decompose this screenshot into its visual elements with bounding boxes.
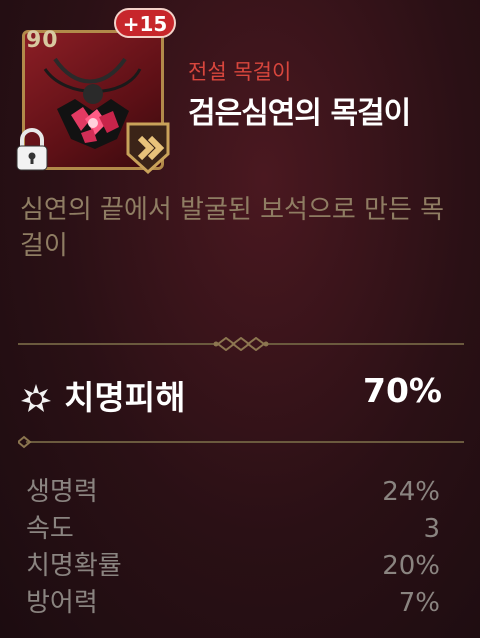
sub-stat-label: 생명력	[26, 477, 98, 507]
sub-stat-label: 속도	[26, 514, 74, 544]
sub-stat-row: 방어력 7%	[26, 585, 440, 622]
main-stat-label: 치명피해	[64, 378, 186, 417]
sub-stat-value: 20%	[382, 551, 440, 581]
lock-icon[interactable]	[14, 128, 50, 172]
main-stat-value: 70%	[363, 371, 442, 410]
sub-stat-row: 치명확률 20%	[26, 548, 440, 585]
sub-stats-list: 생명력 24% 속도 3 치명확률 20% 방어력 7%	[26, 474, 440, 622]
sub-stat-value: 24%	[382, 477, 440, 507]
crit-damage-icon	[21, 384, 51, 412]
sub-stat-label: 방어력	[26, 588, 98, 618]
enhance-level-badge: +15	[114, 8, 176, 38]
ornament-divider	[18, 337, 464, 351]
sub-stat-value: 7%	[398, 588, 440, 618]
sub-stat-label: 치명확률	[26, 551, 122, 581]
ornament-divider	[18, 435, 464, 449]
item-description: 심연의 끝에서 발굴된 보석으로 만든 목걸이	[20, 195, 445, 261]
item-name: 검은심연의 목걸이	[188, 96, 411, 131]
sub-stat-row: 속도 3	[26, 511, 440, 548]
item-grade: 전설 목걸이	[188, 60, 292, 84]
upgrade-arrow-icon[interactable]	[120, 120, 176, 176]
item-level: 90	[26, 28, 59, 53]
sub-stat-row: 생명력 24%	[26, 474, 440, 511]
sub-stat-value: 3	[423, 514, 440, 544]
